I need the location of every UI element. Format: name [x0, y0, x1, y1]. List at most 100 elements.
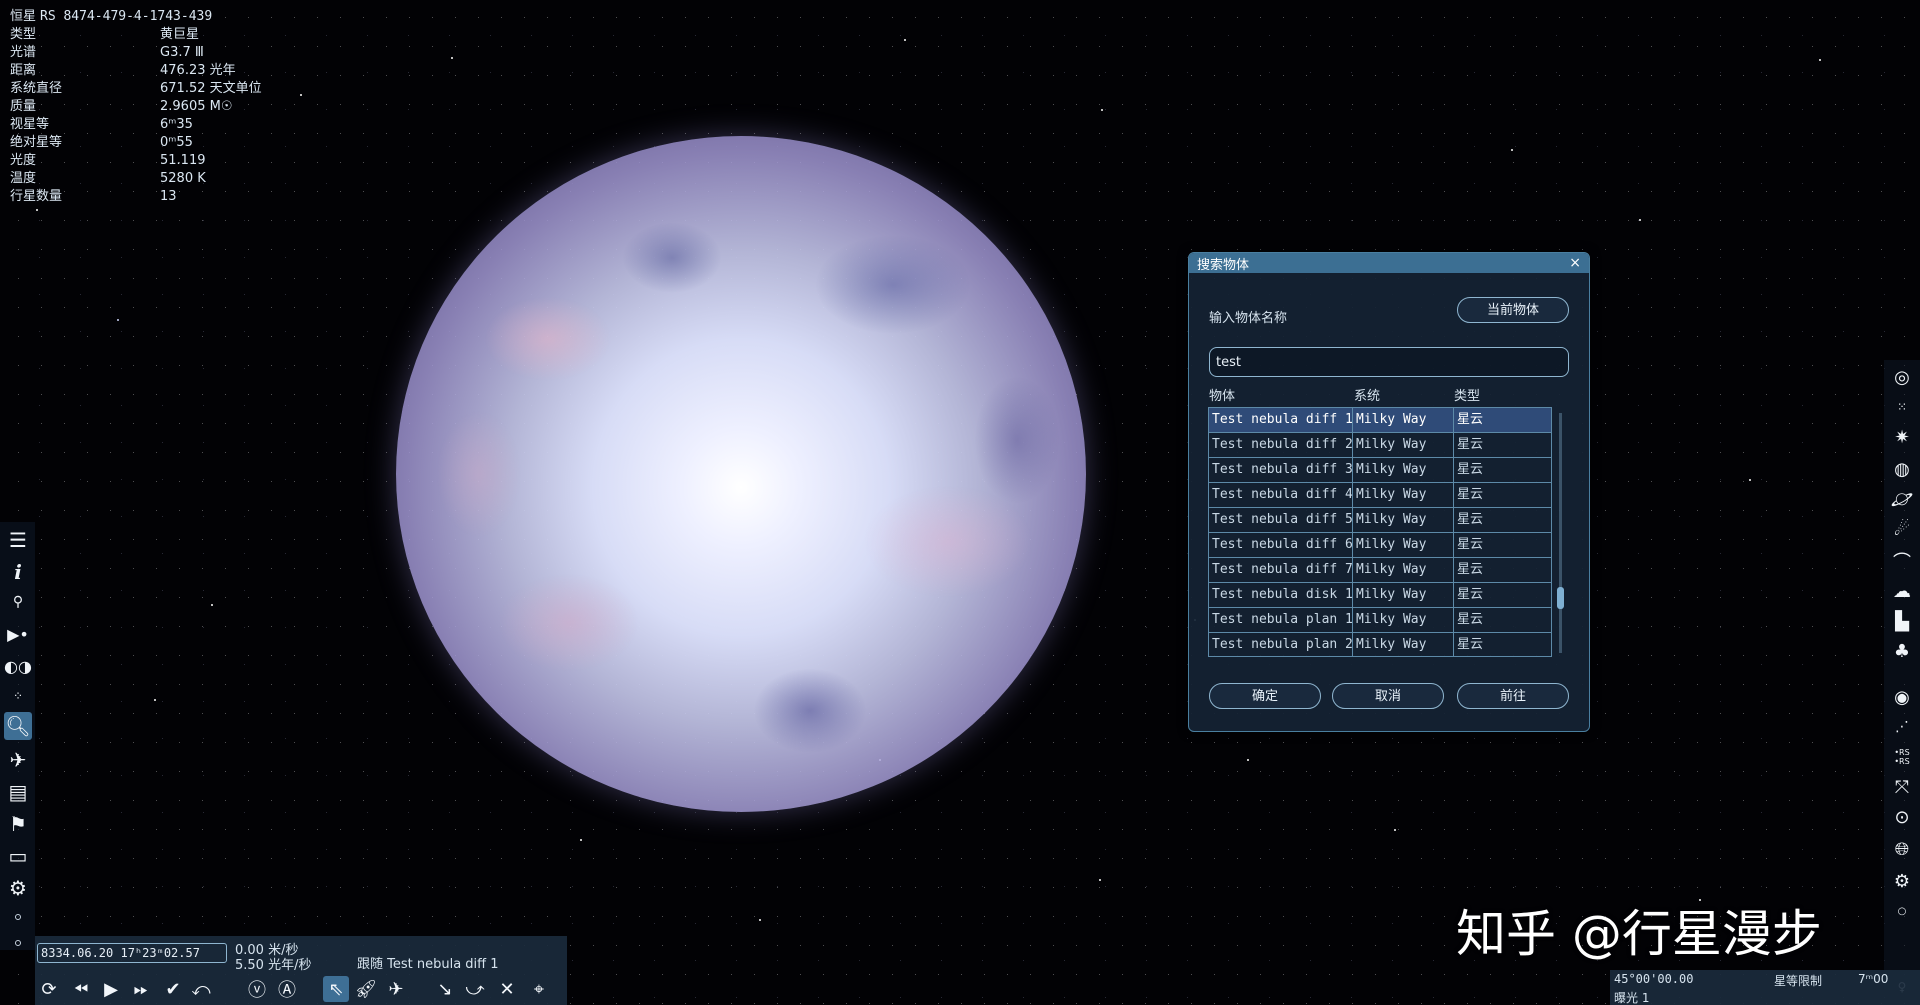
info-value: 476.23 光年 — [160, 63, 236, 78]
result-type-cell: 星云 — [1457, 587, 1484, 602]
info-value: 13 — [160, 189, 177, 204]
search-icon[interactable]: 🔍︎ — [4, 712, 32, 740]
toolbar-dot-icon[interactable] — [15, 940, 21, 946]
info-value: 黄巨星 — [160, 27, 200, 42]
reverse-time-icon[interactable]: ⤺ — [188, 976, 214, 1002]
settings-icon[interactable]: ⚙ — [1888, 868, 1916, 894]
column-header-object: 物体 — [1209, 389, 1236, 404]
vegetation-icon[interactable]: ♣ — [1888, 638, 1916, 664]
fullscreen-icon[interactable]: ⤧ — [1888, 774, 1916, 800]
clouds-icon[interactable]: ☁ — [1888, 578, 1916, 604]
table-row[interactable]: Test nebula diff 5 Milky Way 星云 — [1209, 508, 1551, 533]
space-engine-viewport[interactable]: 恒星 RS 8474-479-4-1743-439 类型 黄巨星 光谱 G3.7 Ⅲ 距… — [0, 0, 1920, 1005]
datetime-field[interactable]: 8334.06.20 17ʰ23ᵐ02.57 — [37, 943, 227, 963]
search-input[interactable] — [1209, 347, 1569, 377]
result-type-cell: 星云 — [1457, 537, 1484, 552]
play-icon[interactable]: ▶ — [98, 976, 124, 1002]
nebulae-icon[interactable]: ◍ — [1888, 456, 1916, 482]
result-system-cell: Milky Way — [1353, 483, 1454, 507]
info-row: 视星等 6ᵐ35 — [10, 116, 262, 134]
table-row[interactable]: Test nebula diff 2 Milky Way 星云 — [1209, 433, 1551, 458]
results-list[interactable]: Test nebula diff 1 Milky Way 星云 Test nebula… — [1208, 407, 1552, 657]
table-row[interactable]: Test nebula plan 1 Milky Way 星云 — [1209, 608, 1551, 633]
result-system-cell: Milky Way — [1353, 458, 1454, 482]
flag-icon[interactable]: ⚑ — [4, 810, 32, 838]
landscape-icon[interactable]: ▙ — [1888, 608, 1916, 634]
result-object-cell: Test nebula plan 2 — [1209, 633, 1353, 656]
result-object-cell: Test nebula diff 4 — [1209, 483, 1353, 507]
orbits-icon[interactable]: ⌒ — [1888, 548, 1916, 574]
planets-icon[interactable]: 🪐︎ — [1888, 486, 1916, 512]
dialog-titlebar[interactable]: 搜索物体 × — [1189, 253, 1589, 273]
fast-forward-icon[interactable]: ⏩︎ — [128, 976, 154, 1002]
toolbar-dot-icon[interactable] — [15, 914, 21, 920]
table-row[interactable]: Test nebula diff 7 Milky Way 星云 — [1209, 558, 1551, 583]
table-row[interactable]: Test nebula diff 4 Milky Way 星云 — [1209, 483, 1551, 508]
result-system-cell: Milky Way — [1353, 508, 1454, 532]
fov-readout: 45°00'00.00 — [1614, 972, 1694, 986]
move-up-icon[interactable]: Ⓐ — [274, 976, 300, 1002]
table-row[interactable]: Test nebula diff 3 Milky Way 星云 — [1209, 458, 1551, 483]
nebula-sphere[interactable] — [396, 136, 1086, 812]
close-icon[interactable]: × — [1569, 255, 1581, 271]
result-type-cell: 星云 — [1457, 437, 1484, 452]
land-icon[interactable]: ↘ — [432, 976, 458, 1002]
follow-status: 跟随 Test nebula diff 1 — [357, 957, 499, 972]
follow-cursor-icon[interactable]: ⇖ — [323, 976, 349, 1002]
table-row[interactable]: Test nebula plan 2 Milky Way 星云 — [1209, 633, 1551, 656]
result-object-cell: Test nebula plan 1 — [1209, 608, 1353, 632]
star-map-icon[interactable]: ⁘ — [4, 682, 32, 710]
info-label: 视星等 — [10, 117, 50, 132]
info-rows: 类型 黄巨星 光谱 G3.7 Ⅲ 距离 476.23 光年 系统直径 671.52 天文单位质… — [10, 26, 262, 206]
table-row[interactable]: Test nebula disk 1 Milky Way 星云 — [1209, 583, 1551, 608]
collapse-icon[interactable]: ✕ — [494, 976, 520, 1002]
search-object-dialog[interactable]: 搜索物体 × 输入物体名称 当前物体 物体 系统 类型 Test nebula … — [1188, 252, 1590, 732]
result-object-cell: Test nebula diff 6 — [1209, 533, 1353, 557]
target-icon[interactable]: ⌖ — [526, 976, 552, 1002]
info-icon[interactable]: i — [4, 558, 32, 586]
info-row: 行星数量 13 — [10, 188, 262, 206]
results-scrollbar-thumb[interactable] — [1557, 587, 1564, 609]
aircraft-icon[interactable]: ✈ — [383, 976, 409, 1002]
exposure-readout: 曝光 1 — [1614, 991, 1650, 1005]
planetarium-icon[interactable]: ▶• — [4, 620, 32, 648]
refresh-icon[interactable]: ⟳ — [36, 976, 62, 1002]
markers-icon[interactable]: ⊙ — [1888, 804, 1916, 830]
star-clusters-icon[interactable]: ⁙ — [1888, 394, 1916, 420]
cancel-button[interactable]: 取消 — [1332, 683, 1444, 709]
orbit-icon[interactable]: ⤻ — [462, 976, 488, 1002]
move-down-icon[interactable]: ⓥ — [244, 976, 270, 1002]
grid-icon[interactable]: 🌐︎ — [1888, 836, 1916, 862]
info-row: 光谱 G3.7 Ⅲ — [10, 44, 262, 62]
menu-icon[interactable]: ☰ — [4, 526, 32, 554]
ship-icon[interactable]: ✈ — [4, 746, 32, 774]
galaxies-icon[interactable]: ◎ — [1888, 364, 1916, 390]
constellations-icon[interactable]: ⋰ — [1888, 714, 1916, 740]
ship-launch-icon[interactable]: 🚀︎ — [353, 976, 379, 1002]
current-object-button[interactable]: 当前物体 — [1457, 297, 1569, 323]
goto-button[interactable]: 前往 — [1457, 683, 1569, 709]
ok-button[interactable]: 确定 — [1209, 683, 1321, 709]
star-browser-icon[interactable]: ⚲ — [4, 588, 32, 616]
realtime-icon[interactable]: ✔ — [160, 976, 186, 1002]
table-row[interactable]: Test nebula diff 6 Milky Way 星云 — [1209, 533, 1551, 558]
info-value: 671.52 天文单位 — [160, 81, 262, 96]
settings-icon[interactable]: ⚙ — [4, 874, 32, 902]
result-object-cell: Test nebula diff 7 — [1209, 558, 1353, 582]
comets-icon[interactable]: ☄ — [1888, 516, 1916, 542]
info-row: 绝对星等 0ᵐ55 — [10, 134, 262, 152]
rewind-icon[interactable]: ⏪︎ — [68, 976, 94, 1002]
time-control-panel: 8334.06.20 17ʰ23ᵐ02.57 0.00 米/秒 5.50 光年/… — [35, 936, 567, 1005]
results-scrollbar-track[interactable] — [1559, 413, 1562, 653]
stars-icon[interactable]: ✷ — [1888, 424, 1916, 450]
toggle-icon[interactable]: ○ — [1888, 898, 1916, 924]
tour-icon[interactable]: ▤ — [4, 778, 32, 806]
display-icon[interactable]: ▭ — [4, 842, 32, 870]
eye-icon[interactable]: ◉ — [1888, 684, 1916, 710]
labels-icon[interactable]: •RS •RS — [1888, 744, 1916, 770]
info-row: 类型 黄巨星 — [10, 26, 262, 44]
info-row: 系统直径 671.52 天文单位 — [10, 80, 262, 98]
table-row[interactable]: Test nebula diff 1 Milky Way 星云 — [1209, 408, 1551, 433]
result-object-cell: Test nebula diff 3 — [1209, 458, 1353, 482]
solar-system-icon[interactable]: ◐◑ — [4, 652, 32, 680]
